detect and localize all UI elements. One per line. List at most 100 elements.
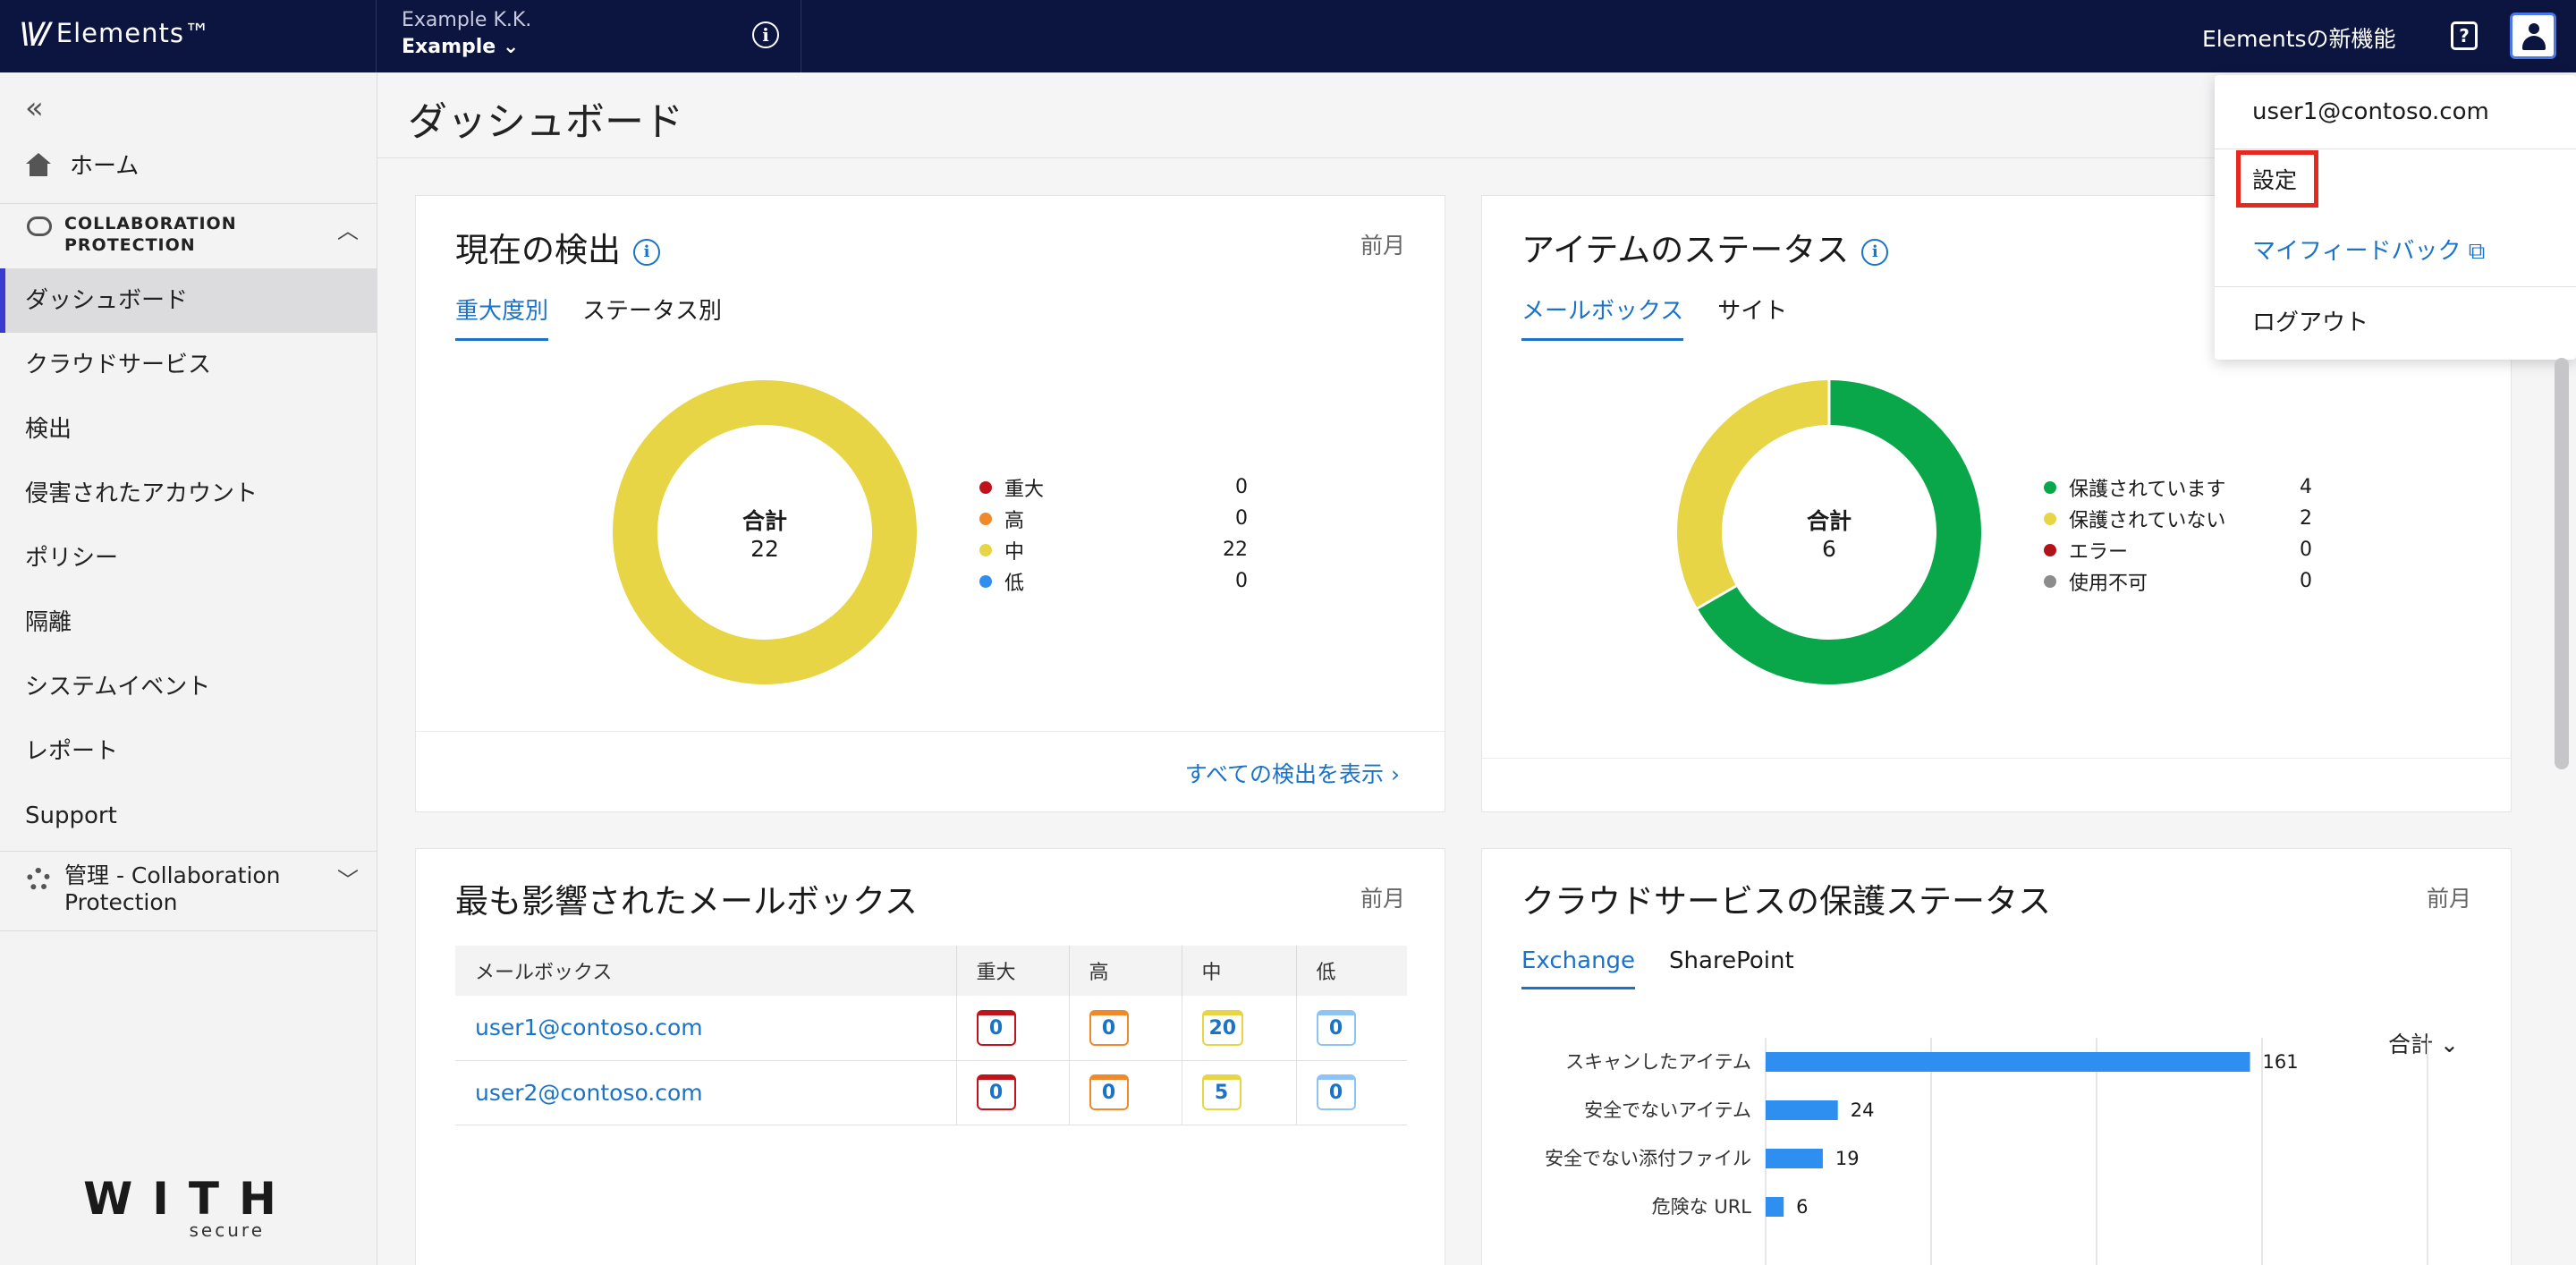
column-header[interactable]: メールボックス bbox=[455, 946, 957, 996]
legend-item[interactable]: 保護されています 4 bbox=[2044, 471, 2312, 503]
gear-cloud-icon bbox=[27, 868, 50, 891]
cloud-icon bbox=[27, 216, 52, 236]
legend-label: 重大 bbox=[1004, 478, 1045, 501]
tab-sharepoint[interactable]: SharePoint bbox=[1669, 947, 1794, 989]
column-header[interactable]: 高 bbox=[1069, 946, 1182, 996]
legend-item[interactable]: 重大 0 bbox=[979, 471, 1248, 503]
brand-logo[interactable]: \\// Elements™ bbox=[20, 16, 211, 50]
bar-value-label: 6 bbox=[1796, 1196, 1808, 1218]
item-status-legend: 保護されています 4 保護されていない 2 エラー 0 使用不可 0 bbox=[2044, 471, 2312, 597]
mailbox-link[interactable]: user1@contoso.com bbox=[475, 1015, 703, 1040]
org-name: Example K.K. bbox=[402, 9, 532, 31]
donut-total-value: 22 bbox=[750, 535, 779, 562]
sidebar-item-quarantine[interactable]: 隔離 bbox=[0, 590, 377, 655]
top-bar: \\// Elements™ Example K.K. Example ⌄ i … bbox=[0, 0, 2576, 72]
sidebar-item-reports[interactable]: レポート bbox=[0, 719, 377, 784]
org-selected[interactable]: Example ⌄ bbox=[402, 36, 519, 58]
legend-item[interactable]: エラー 0 bbox=[2044, 534, 2312, 565]
chevron-down-icon[interactable]: ﹀ bbox=[337, 862, 359, 894]
card-title: 最も影響されたメールボックス bbox=[455, 882, 918, 921]
high-count-badge[interactable]: 0 bbox=[1089, 1009, 1129, 1046]
tab-by-status[interactable]: ステータス別 bbox=[582, 293, 722, 341]
column-header[interactable]: 中 bbox=[1182, 946, 1297, 996]
bar[interactable] bbox=[1766, 1149, 1823, 1168]
low-count-badge[interactable]: 0 bbox=[1316, 1009, 1356, 1046]
card-footer: すべての検出を表示 › bbox=[416, 731, 1445, 811]
admin-label: 管理 - Collaboration Protection bbox=[64, 862, 281, 915]
legend-dot-icon bbox=[979, 543, 992, 556]
sidebar-item-support[interactable]: Support bbox=[0, 784, 377, 848]
bar-category-label: スキャンしたアイテム bbox=[1565, 1051, 1751, 1073]
critical-count-badge[interactable]: 0 bbox=[976, 1074, 1016, 1110]
card-period: 前月 bbox=[1360, 886, 1405, 912]
legend-dot-icon bbox=[2044, 543, 2056, 556]
column-header[interactable]: 重大 bbox=[956, 946, 1070, 996]
bar[interactable] bbox=[1766, 1052, 2250, 1072]
sidebar-item-system-events[interactable]: システムイベント bbox=[0, 655, 377, 719]
card-title: アイテムのステータス i bbox=[1521, 223, 1889, 271]
legend-value: 0 bbox=[1235, 476, 1248, 498]
legend-value: 4 bbox=[2300, 476, 2312, 498]
detections-legend: 重大 0 高 0 中 22 低 0 bbox=[979, 471, 1248, 597]
legend-label: 高 bbox=[1004, 509, 1025, 532]
donut-total-label: 合計 bbox=[1806, 507, 1852, 534]
org-selector[interactable]: Example K.K. Example ⌄ i bbox=[376, 0, 801, 72]
collapse-sidebar-icon[interactable]: « bbox=[25, 90, 44, 126]
info-icon[interactable]: i bbox=[633, 238, 660, 266]
tab-sites[interactable]: サイト bbox=[1717, 293, 1787, 341]
org-info-icon[interactable]: i bbox=[752, 21, 779, 48]
chevron-up-icon[interactable]: ︿ bbox=[337, 213, 359, 244]
legend-label: 中 bbox=[1004, 540, 1025, 564]
mailboxes-card: 最も影響されたメールボックス 前月 メールボックス 重大 高 中 低 user1… bbox=[415, 848, 1445, 1265]
legend-item[interactable]: 中 22 bbox=[979, 534, 1248, 565]
feedback-menu-item[interactable]: マイフィードバック ⧉ bbox=[2252, 233, 2485, 266]
detections-tabs: 重大度別 ステータス別 bbox=[455, 293, 722, 341]
legend-dot-icon bbox=[2044, 574, 2056, 588]
sidebar-item-cloud-services[interactable]: クラウドサービス bbox=[0, 333, 377, 397]
logout-menu-item[interactable]: ログアウト bbox=[2252, 304, 2368, 337]
low-count-badge[interactable]: 0 bbox=[1316, 1074, 1356, 1110]
legend-item[interactable]: 使用不可 0 bbox=[2044, 565, 2312, 597]
user-menu-button[interactable] bbox=[2510, 13, 2556, 59]
bar[interactable] bbox=[1766, 1197, 1784, 1217]
table-row: user2@contoso.com 0 0 5 0 bbox=[455, 1060, 1407, 1125]
legend-dot-icon bbox=[979, 512, 992, 525]
card-title: 現在の検出 i bbox=[455, 223, 660, 271]
column-header[interactable]: 低 bbox=[1296, 946, 1407, 996]
scrollbar[interactable] bbox=[2555, 358, 2569, 769]
whats-new-link[interactable]: Elementsの新機能 bbox=[2202, 21, 2396, 54]
info-icon[interactable]: i bbox=[1861, 238, 1889, 266]
legend-dot-icon bbox=[979, 574, 992, 588]
sidebar-item-policies[interactable]: ポリシー bbox=[0, 526, 377, 590]
sidebar-item-home[interactable]: ホーム bbox=[25, 148, 139, 181]
legend-item[interactable]: 高0 bbox=[979, 503, 1248, 534]
legend-item[interactable]: 保護されていない 2 bbox=[2044, 503, 2312, 534]
mailbox-link[interactable]: user2@contoso.com bbox=[475, 1080, 703, 1106]
user-icon bbox=[2529, 23, 2539, 34]
medium-count-badge[interactable]: 20 bbox=[1201, 1009, 1244, 1046]
bar-value-label: 19 bbox=[1835, 1148, 1860, 1169]
sidebar-item-dashboard[interactable]: ダッシュボード bbox=[0, 268, 377, 333]
view-all-detections-link[interactable]: すべての検出を表示 › bbox=[1185, 757, 1400, 789]
bar[interactable] bbox=[1766, 1100, 1838, 1120]
section-title: COLLABORATION PROTECTION bbox=[64, 214, 237, 255]
help-icon[interactable]: ? bbox=[2451, 21, 2478, 50]
tab-exchange[interactable]: Exchange bbox=[1521, 947, 1636, 989]
sidebar-section-collaboration[interactable]: COLLABORATION PROTECTION ︿ bbox=[0, 203, 377, 262]
tab-mailboxes[interactable]: メールボックス bbox=[1521, 293, 1684, 341]
legend-value: 0 bbox=[1235, 570, 1248, 592]
bar-value-label: 161 bbox=[2263, 1051, 2299, 1073]
legend-dot-icon bbox=[2044, 512, 2056, 525]
tab-by-severity[interactable]: 重大度別 bbox=[455, 293, 549, 341]
legend-value: 2 bbox=[2300, 507, 2312, 530]
sidebar-item-compromised-accounts[interactable]: 侵害されたアカウント bbox=[0, 462, 377, 526]
medium-count-badge[interactable]: 5 bbox=[1201, 1074, 1241, 1110]
detections-card: 現在の検出 i 前月 重大度別 ステータス別 合計 22 重大 0 高 0 中 22 低 0 す… bbox=[415, 195, 1445, 812]
sidebar-item-detections[interactable]: 検出 bbox=[0, 397, 377, 462]
critical-count-badge[interactable]: 0 bbox=[976, 1009, 1016, 1046]
sidebar-section-admin[interactable]: 管理 - Collaboration Protection ﹀ bbox=[0, 851, 377, 931]
high-count-badge[interactable]: 0 bbox=[1089, 1074, 1129, 1110]
table-row: user1@contoso.com 0 0 20 0 bbox=[455, 996, 1407, 1061]
legend-item[interactable]: 低0 bbox=[979, 565, 1248, 597]
withsecure-mark-icon: \\// bbox=[20, 16, 51, 50]
